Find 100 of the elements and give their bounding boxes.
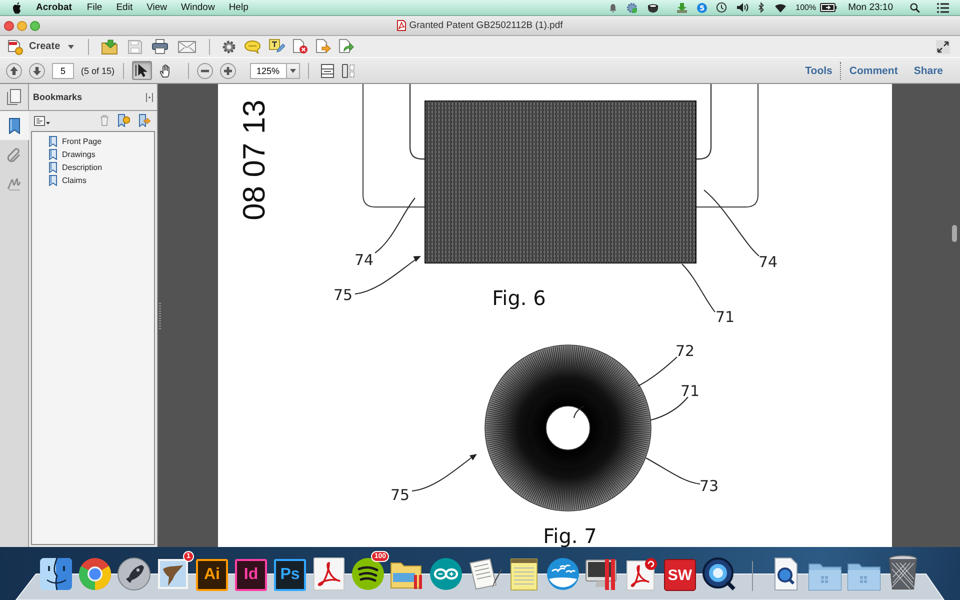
page-number-field[interactable]: 5: [52, 62, 74, 78]
bookmark-item[interactable]: Front Page: [32, 135, 154, 148]
tray-arrow-icon[interactable]: [676, 2, 688, 14]
window-close-button[interactable]: [4, 20, 14, 30]
leader-line: [574, 406, 584, 418]
reference-numeral: 74: [354, 251, 374, 269]
bell-icon[interactable]: [608, 2, 617, 12]
pane-tab[interactable]: Tools: [805, 64, 832, 76]
leader-arrow: [354, 256, 421, 294]
bookmark-item[interactable]: Claims: [32, 174, 154, 187]
document-arrow-icon[interactable]: [316, 39, 332, 54]
zoom-dropdown-button[interactable]: [286, 62, 300, 78]
menu-item[interactable]: Help: [228, 2, 248, 13]
panel-title: Bookmarks: [33, 92, 82, 102]
sound-waves-icon[interactable]: [351, 557, 385, 591]
folder-icon[interactable]: [847, 561, 881, 591]
window-zoom-button[interactable]: [30, 20, 40, 30]
app-tile[interactable]: Ai: [196, 559, 228, 591]
nav-pane-tab[interactable]: [0, 111, 29, 140]
bookmark-icon: [49, 175, 57, 186]
search-icon[interactable]: [910, 2, 920, 12]
menu-item[interactable]: File: [86, 2, 102, 13]
bookmark-icon: [49, 136, 57, 147]
date-text: 08 07 13: [236, 100, 272, 220]
menu-item[interactable]: Window: [181, 2, 215, 13]
stamp-icon[interactable]: [156, 557, 190, 591]
folder-arrow-icon[interactable]: [101, 38, 120, 54]
clock-icon[interactable]: [716, 2, 727, 13]
pane-tab[interactable]: Comment: [849, 64, 898, 76]
bookmark-icon: [9, 118, 20, 134]
pages-icon: [7, 89, 21, 105]
speaker-icon[interactable]: [736, 2, 749, 13]
leader-line: [646, 458, 700, 484]
rocket-icon[interactable]: [117, 557, 151, 591]
cursor-icon: [135, 64, 148, 77]
battery-percentage: 100%: [796, 3, 816, 12]
bookmark-arrow-icon[interactable]: [139, 114, 151, 127]
reference-numeral: 71: [715, 308, 735, 326]
nav-pane-tab[interactable]: [0, 84, 28, 111]
expand-icon[interactable]: [936, 40, 950, 54]
zoom-out-icon[interactable]: [196, 62, 213, 78]
app-tile[interactable]: SW: [664, 559, 696, 591]
gulls-icon[interactable]: [546, 557, 580, 591]
q-logo-icon[interactable]: [702, 557, 736, 591]
swoosh-document-icon[interactable]: [312, 557, 346, 591]
battery-icon[interactable]: [820, 3, 838, 12]
menu-item[interactable]: View: [146, 2, 168, 13]
gear-icon[interactable]: [222, 40, 236, 54]
paper-pen-icon[interactable]: [468, 557, 502, 591]
fit-page-icon[interactable]: [320, 64, 334, 78]
menu-clock[interactable]: Mon 23:10: [848, 2, 893, 13]
smiling-face-icon[interactable]: [39, 557, 73, 591]
new-document-icon: [7, 38, 23, 54]
zoom-field[interactable]: 125%: [250, 62, 287, 78]
figure-caption: Fig. 6: [492, 286, 546, 310]
pdf-file-icon: [397, 20, 406, 31]
reference-numeral: 75: [333, 286, 353, 304]
paperclip-icon: [7, 146, 21, 162]
app-tile[interactable]: Ps: [274, 559, 306, 591]
coffee-cup-icon[interactable]: [646, 2, 659, 12]
list-icon[interactable]: [937, 2, 949, 12]
options-icon[interactable]: [34, 116, 50, 126]
printer-icon[interactable]: [152, 39, 168, 54]
infinity-icon[interactable]: [429, 557, 463, 591]
collapse-panel-icon[interactable]: [146, 92, 153, 102]
leader-arrow: [412, 454, 477, 492]
menu-item[interactable]: Edit: [116, 2, 133, 13]
tool-button[interactable]: [132, 61, 152, 80]
trash-icon[interactable]: [888, 555, 918, 591]
round-status-icon[interactable]: [696, 2, 707, 12]
folder-icon[interactable]: [808, 561, 842, 591]
reference-numeral: 72: [675, 342, 695, 360]
document-arrow-icon[interactable]: [339, 39, 354, 54]
apple-icon[interactable]: [12, 2, 22, 14]
bookmark-item[interactable]: Drawings: [32, 148, 154, 161]
swoosh-document-icon[interactable]: [624, 557, 658, 591]
leader-line: [374, 198, 416, 254]
envelope-icon[interactable]: [178, 40, 196, 52]
monitor-icon[interactable]: [585, 557, 619, 591]
leader-line: [650, 396, 688, 420]
pane-tab[interactable]: Share: [914, 64, 943, 76]
note-pencil-icon[interactable]: [269, 39, 286, 54]
scrollbar-thumb[interactable]: [952, 225, 957, 242]
document-x-icon[interactable]: [293, 39, 308, 54]
create-button[interactable]: Create: [7, 38, 74, 54]
app-menu[interactable]: Acrobat: [36, 2, 72, 13]
reference-numeral: 73: [699, 477, 719, 495]
gear-badge-icon[interactable]: [626, 2, 638, 14]
app-tile[interactable]: Id: [235, 559, 267, 591]
circle-logo-icon[interactable]: [78, 557, 112, 591]
new-bookmark-icon[interactable]: [118, 114, 130, 127]
reference-numeral: 71: [680, 382, 700, 400]
wifi-icon[interactable]: [774, 2, 787, 12]
leader-line: [682, 264, 716, 312]
speech-bubble-icon[interactable]: [244, 40, 262, 54]
bookmark-item[interactable]: Description: [32, 161, 154, 174]
scrolling-pages-icon[interactable]: [342, 64, 355, 78]
caret-icon: [290, 68, 296, 72]
zoom-in-icon[interactable]: [220, 62, 236, 78]
bluetooth-icon[interactable]: [758, 2, 765, 13]
